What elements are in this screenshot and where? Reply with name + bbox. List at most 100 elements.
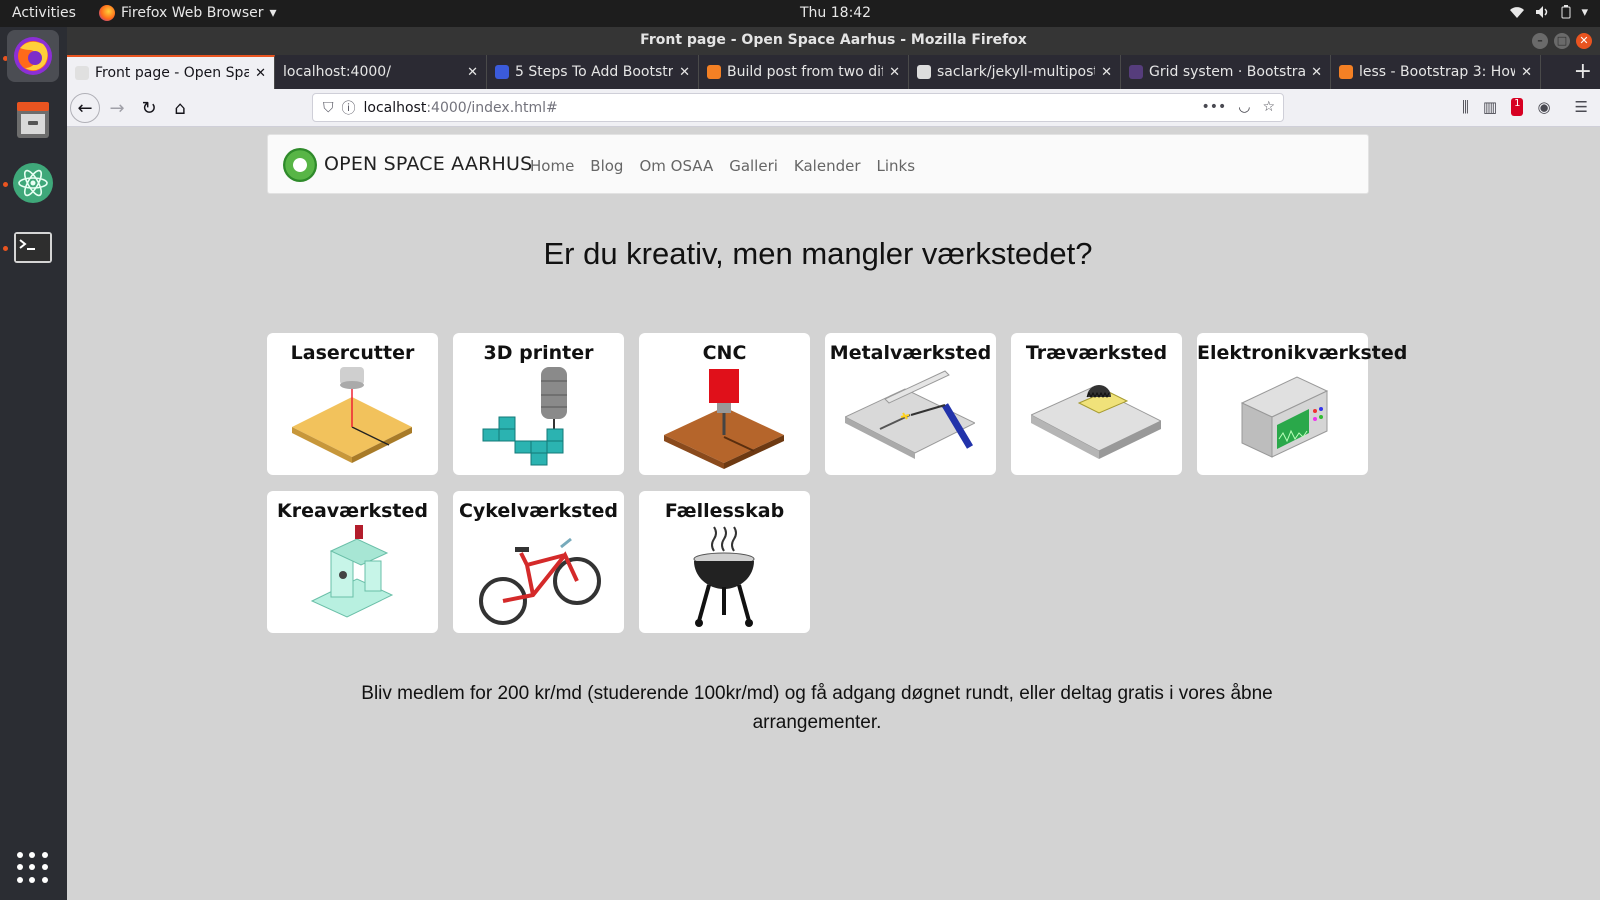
activities-button[interactable]: Activities: [12, 5, 76, 21]
metal-workshop-icon: [843, 367, 977, 471]
library-icon[interactable]: ⫼: [1462, 98, 1469, 116]
tab-close-icon[interactable]: ✕: [679, 65, 690, 80]
new-tab-icon[interactable]: +: [1574, 59, 1592, 84]
back-arrow-icon[interactable]: ←: [70, 93, 100, 123]
battery-icon: [1561, 5, 1571, 23]
workshop-card[interactable]: Fællesskab: [639, 491, 810, 633]
dock: [0, 27, 67, 900]
workshop-title: 3D printer: [483, 342, 594, 364]
workshop-title: Fællesskab: [664, 500, 785, 522]
tab[interactable]: Front page - Open Space A ✕: [67, 55, 275, 89]
nav-link-blog[interactable]: Blog: [590, 157, 623, 175]
workshop-card[interactable]: Cykelværksted: [453, 491, 624, 633]
nav-link-links[interactable]: Links: [877, 157, 916, 175]
workshop-title: Kreaværksted: [277, 500, 428, 522]
workshop-card[interactable]: Lasercutter: [267, 333, 438, 475]
hamburger-menu-icon[interactable]: ☰: [1575, 98, 1588, 116]
account-icon[interactable]: ◉: [1537, 98, 1550, 116]
workshop-card[interactable]: Metalværksted: [825, 333, 996, 475]
chevron-down-icon: ▾: [269, 5, 277, 21]
tab-strip: Front page - Open Space A✕localhost:4000…: [67, 55, 1600, 89]
tab-label: Front page - Open Space A: [95, 65, 250, 81]
grill-icon: [659, 525, 789, 629]
osaa-logo-icon[interactable]: [283, 148, 317, 182]
bicycle-icon: [473, 525, 603, 629]
url-host: localhost: [363, 99, 427, 116]
tab-close-icon[interactable]: ✕: [1311, 65, 1322, 80]
site-navbar: OPEN SPACE AARHUS Home Blog Om OSAA Galleri…: [267, 134, 1369, 194]
nav-link-kalender[interactable]: Kalender: [794, 157, 861, 175]
terminal-icon: [14, 232, 52, 263]
clock[interactable]: Thu 18:42: [800, 5, 871, 21]
close-icon[interactable]: ✕: [1576, 33, 1592, 49]
window-controls: – □ ✕: [1532, 33, 1592, 49]
app-menu[interactable]: Firefox Web Browser ▾: [99, 5, 277, 21]
system-tray[interactable]: ▾: [1509, 5, 1588, 23]
tab-favicon-icon: [1339, 65, 1353, 79]
dock-firefox[interactable]: [7, 30, 59, 82]
cnc-icon: [659, 367, 789, 471]
bookmark-star-icon[interactable]: ☆: [1262, 99, 1275, 115]
tab-favicon-icon: [75, 66, 89, 80]
sidebar-icon[interactable]: ▥: [1483, 98, 1497, 116]
url-actions: ••• ◡ ☆: [1201, 99, 1275, 115]
atom-icon: [13, 163, 53, 203]
workshop-title: Metalværksted: [829, 342, 992, 364]
tab-close-icon[interactable]: ✕: [889, 65, 900, 80]
3d-printer-icon: [473, 367, 603, 471]
page-actions-icon[interactable]: •••: [1201, 99, 1226, 115]
lasercutter-icon: [287, 367, 417, 471]
tab[interactable]: Grid system · Bootstrap ✕: [1121, 55, 1331, 89]
nav-link-home[interactable]: Home: [530, 157, 574, 175]
workshop-card[interactable]: 3D printer: [453, 333, 624, 475]
window-title: Front page - Open Space Aarhus - Mozilla…: [640, 32, 1027, 48]
dock-atom[interactable]: [7, 157, 59, 209]
workshop-card[interactable]: CNC: [639, 333, 810, 475]
membership-text: Bliv medlem for 200 kr/md (studerende 10…: [361, 683, 1273, 733]
site-menu: Home Blog Om OSAA Galleri Kalender Links: [530, 157, 915, 175]
reload-icon[interactable]: ↻: [134, 93, 164, 123]
volume-icon: [1535, 5, 1551, 23]
maximize-icon[interactable]: □: [1554, 33, 1570, 49]
tab-favicon-icon: [1129, 65, 1143, 79]
workshop-card[interactable]: Kreaværksted: [267, 491, 438, 633]
home-icon[interactable]: ⌂: [165, 93, 195, 123]
firefox-icon: [14, 37, 52, 75]
window-titlebar[interactable]: Front page - Open Space Aarhus - Mozilla…: [67, 27, 1600, 55]
app-menu-label: Firefox Web Browser: [121, 5, 264, 21]
firefox-window: Front page - Open Space Aarhus - Mozilla…: [67, 27, 1600, 900]
nav-link-galleri[interactable]: Galleri: [729, 157, 778, 175]
url-bar[interactable]: ⛉ ⓘ localhost:4000/index.html# ••• ◡ ☆: [312, 93, 1284, 122]
tab[interactable]: 5 Steps To Add Bootstr ✕: [487, 55, 699, 89]
tab-close-icon[interactable]: ✕: [255, 66, 266, 81]
dock-files[interactable]: [7, 93, 59, 145]
show-applications-button[interactable]: [17, 852, 49, 884]
tab-close-icon[interactable]: ✕: [1101, 65, 1112, 80]
workshop-card[interactable]: Træværksted: [1011, 333, 1182, 475]
url-path: :4000/index.html#: [426, 99, 558, 116]
extension-badge[interactable]: 1: [1511, 98, 1524, 116]
site-brand[interactable]: OPEN SPACE AARHUS: [324, 153, 532, 175]
workshop-card[interactable]: Elektronikværksted: [1197, 333, 1407, 475]
gnome-top-bar: Activities Firefox Web Browser ▾ Thu 18:…: [0, 0, 1600, 27]
pocket-icon[interactable]: ◡: [1238, 99, 1250, 115]
tab[interactable]: less - Bootstrap 3: How ✕: [1331, 55, 1541, 89]
tab-label: localhost:4000/: [283, 64, 391, 80]
firefox-small-icon: [99, 5, 115, 21]
workshop-title: CNC: [702, 342, 747, 364]
tab[interactable]: Build post from two dif ✕: [699, 55, 909, 89]
dock-terminal[interactable]: [7, 221, 59, 273]
tab[interactable]: saclark/jekyll-multipost ✕: [909, 55, 1121, 89]
tab-label: Build post from two dif: [727, 64, 884, 80]
info-icon[interactable]: ⓘ: [342, 98, 356, 118]
tab-close-icon[interactable]: ✕: [467, 65, 478, 80]
wood-workshop-icon: [1029, 367, 1163, 471]
nav-link-om-osaa[interactable]: Om OSAA: [639, 157, 713, 175]
shield-icon[interactable]: ⛉: [323, 100, 334, 116]
electronics-icon: [1217, 367, 1347, 471]
toolbar-icons: ⫼ ▥ 1 ◉ ☰: [1462, 98, 1588, 116]
tab[interactable]: localhost:4000/ ✕: [275, 55, 487, 89]
forward-arrow-icon[interactable]: →: [102, 93, 132, 123]
minimize-icon[interactable]: –: [1532, 33, 1548, 49]
tab-close-icon[interactable]: ✕: [1521, 65, 1532, 80]
